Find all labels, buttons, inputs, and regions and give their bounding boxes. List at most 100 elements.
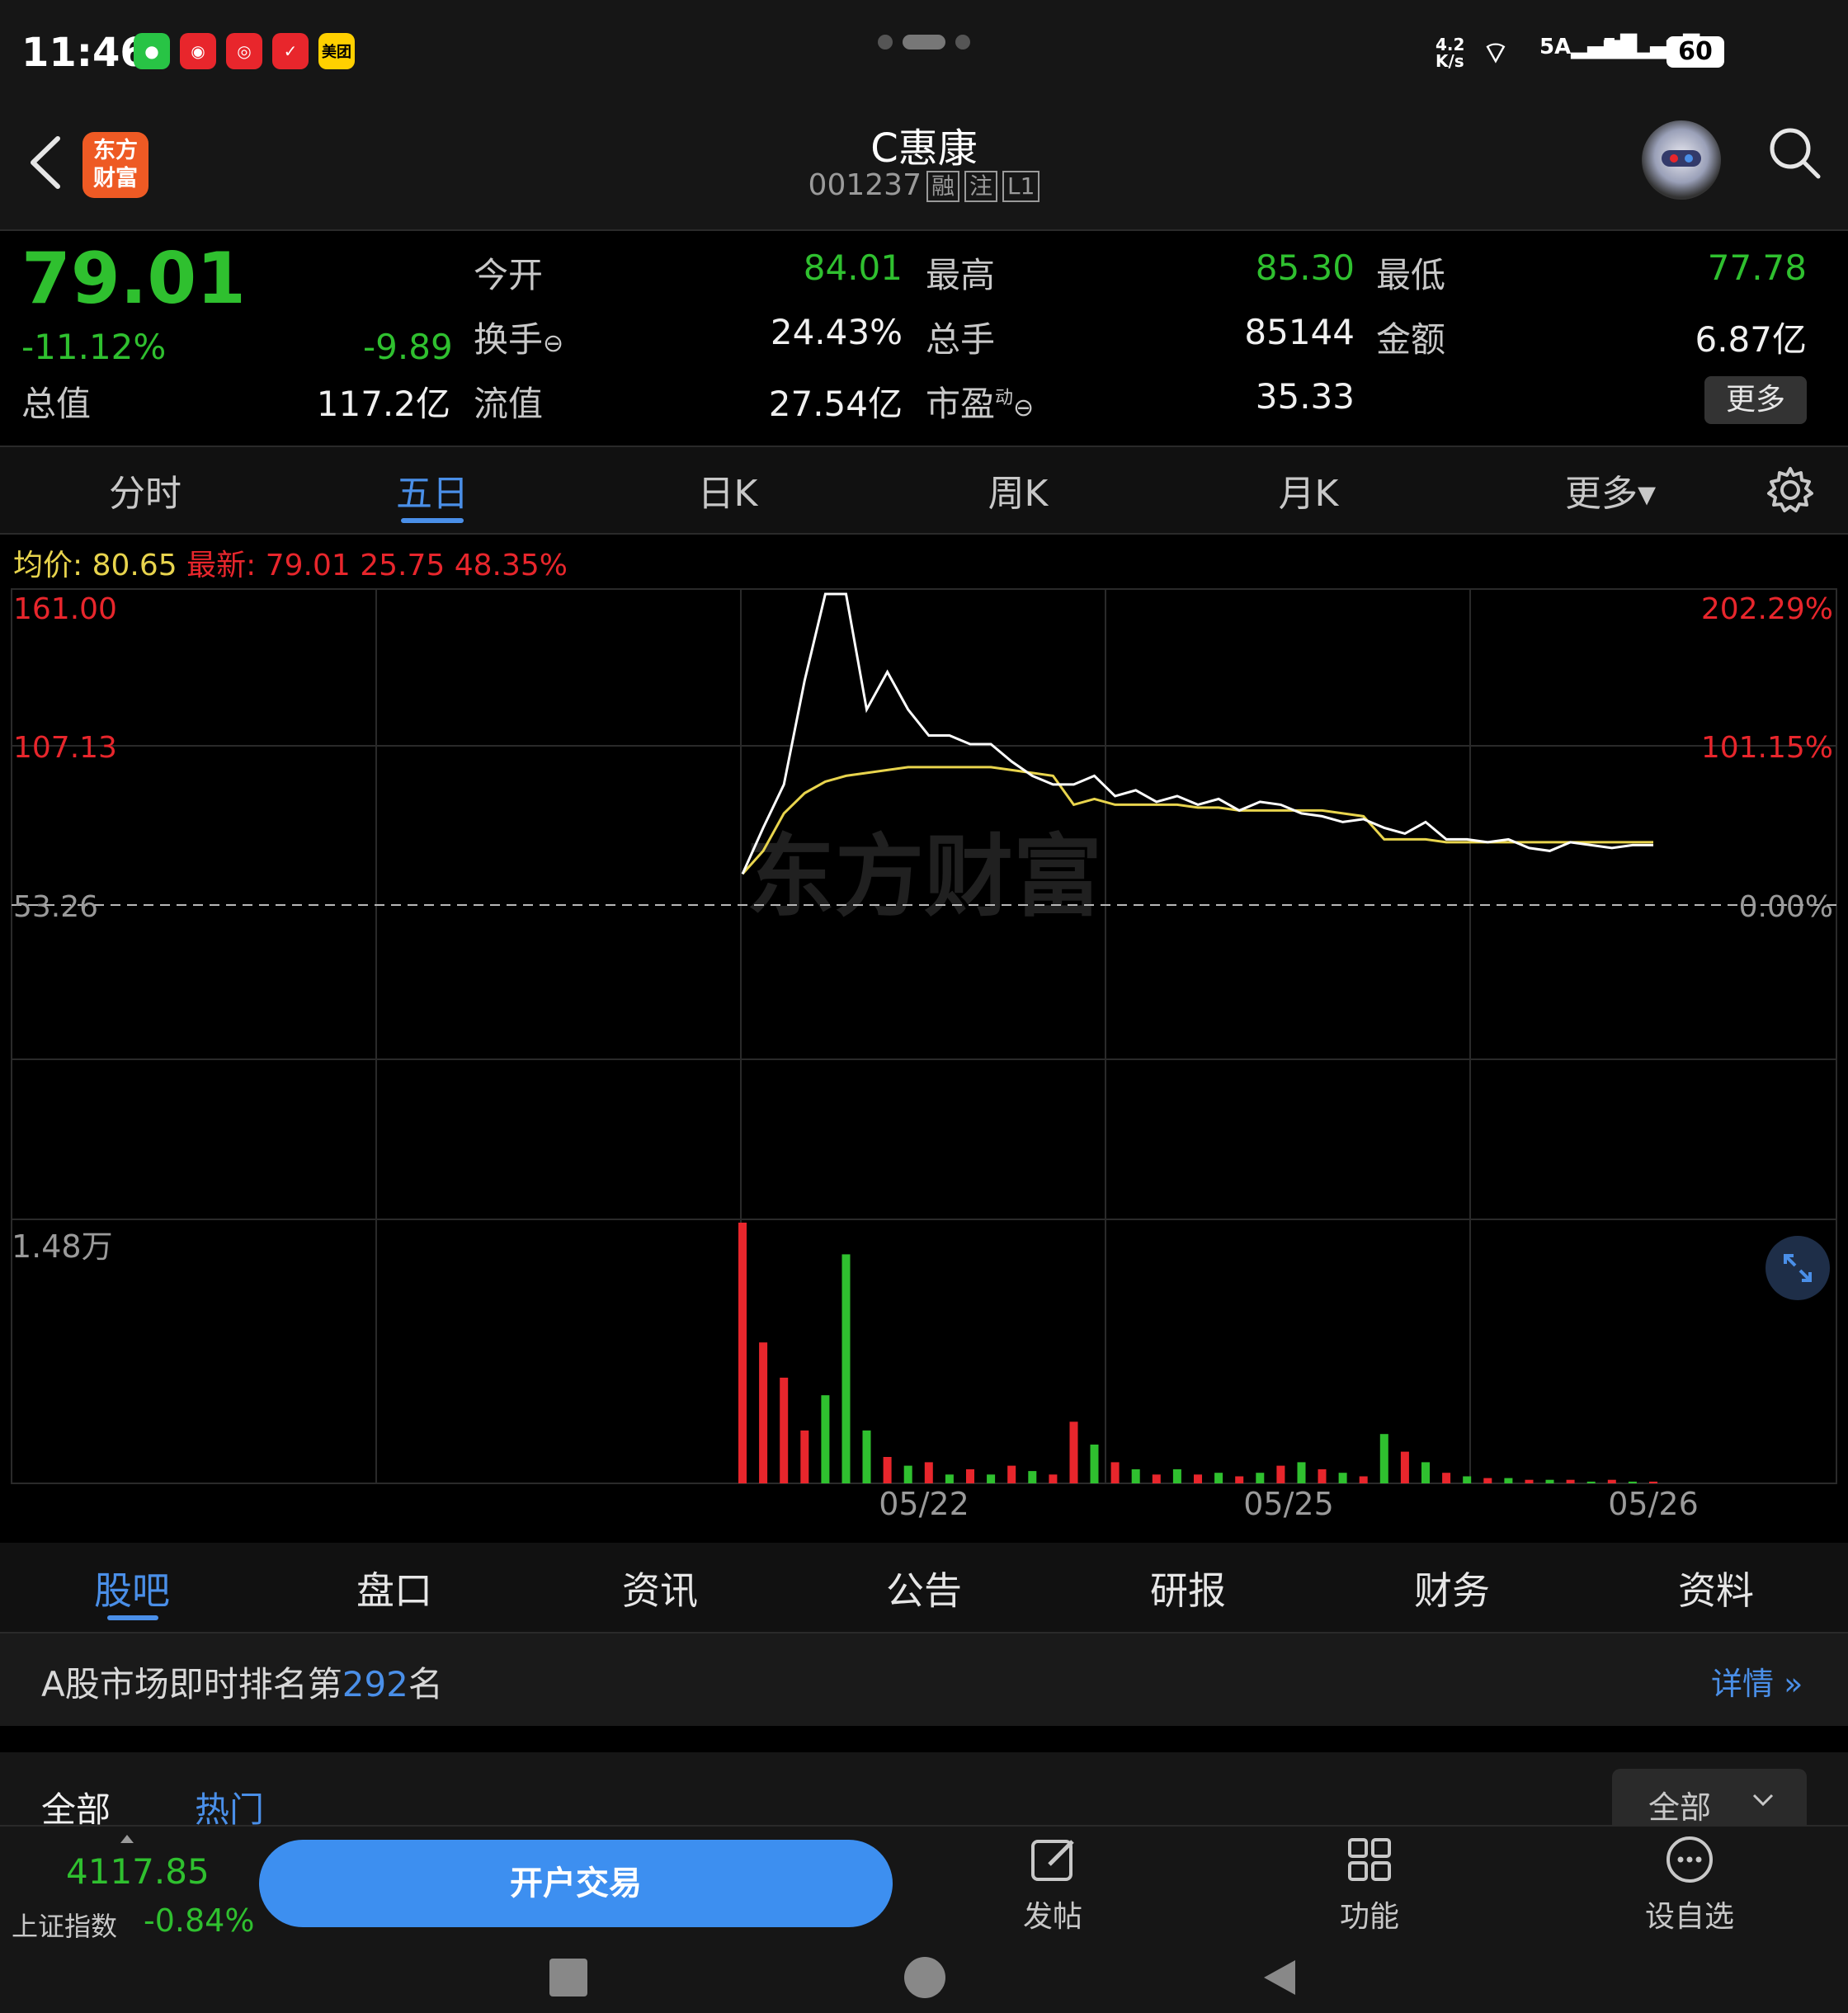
open-value: 84.01: [803, 248, 903, 288]
wechat-icon: ●: [134, 33, 170, 69]
volume-bar: [1318, 1468, 1327, 1483]
nav-add-watchlist[interactable]: 设自选: [1632, 1835, 1747, 1935]
volume-bar: [1483, 1478, 1492, 1483]
stock-code-row: 001237 融注 L1: [0, 168, 1848, 202]
tag-level1: L1: [1002, 171, 1040, 202]
tab-finance[interactable]: 财务: [1370, 1561, 1534, 1615]
volume-bar: [842, 1254, 851, 1483]
tab-five-day[interactable]: 五日: [350, 464, 515, 516]
volume-bar: [966, 1468, 974, 1483]
tab-forum[interactable]: 股吧: [50, 1561, 214, 1615]
tab-weekly-k[interactable]: 周K: [936, 464, 1101, 516]
volume-bar: [903, 1465, 912, 1483]
nav-post[interactable]: 发帖: [995, 1835, 1110, 1935]
volume-bar: [1110, 1462, 1120, 1483]
tab-order-book[interactable]: 盘口: [312, 1561, 477, 1615]
open-label: 今开: [474, 255, 544, 295]
current-price: 79.01: [21, 238, 247, 320]
volume-bar: [1007, 1465, 1016, 1483]
float-value: 27.54亿: [768, 384, 903, 424]
gear-icon[interactable]: [1766, 465, 1815, 515]
volume-bar: [862, 1430, 871, 1483]
kuaishou-icon: ✓: [272, 33, 309, 69]
tab-intraday[interactable]: 分时: [63, 464, 228, 516]
expand-up-icon[interactable]: [120, 1835, 134, 1843]
volume-bar: [780, 1377, 789, 1483]
page-dot-icon: [955, 35, 970, 50]
weibo-like-icon: ◉: [180, 33, 216, 69]
volume-bar: [1276, 1465, 1285, 1483]
volume-bar: [1297, 1462, 1306, 1483]
volume-bar: [1235, 1476, 1244, 1483]
low-label: 最低: [1376, 255, 1446, 295]
nav-functions[interactable]: 功能: [1312, 1835, 1427, 1935]
tab-news[interactable]: 资讯: [578, 1561, 742, 1615]
volume-bar: [1421, 1462, 1430, 1483]
volume-bar: [1359, 1476, 1368, 1483]
sort-dropdown-label: 全部: [1648, 1789, 1712, 1826]
stock-name: C惠康: [870, 125, 978, 172]
sort-dropdown[interactable]: 全部: [1612, 1769, 1807, 1832]
volume-bar: [1442, 1473, 1451, 1483]
home-icon[interactable]: [904, 1957, 945, 1998]
rank-text: A股市场即时排名第292名: [41, 1664, 443, 1704]
volume-bar: [1214, 1473, 1223, 1483]
tag-registration: 注: [964, 171, 998, 202]
filter-row: [0, 1752, 1848, 1827]
volume-bar: [1090, 1445, 1099, 1483]
tab-daily-k[interactable]: 日K: [645, 464, 810, 516]
volume-bar: [1463, 1476, 1472, 1483]
pe-value: 35.33: [1255, 376, 1355, 417]
total-value: 117.2亿: [316, 384, 450, 424]
search-icon[interactable]: [1766, 124, 1823, 182]
volume-label: 总手: [926, 319, 996, 360]
volume-bar: [1379, 1434, 1388, 1483]
volume-bar: [1194, 1474, 1202, 1483]
meituan-icon: 美团: [318, 33, 355, 69]
robot-assistant-icon[interactable]: [1642, 120, 1721, 200]
info-icon[interactable]: ⊖: [543, 329, 563, 358]
chevron-down-icon: [1752, 1794, 1774, 1807]
pe-label[interactable]: 市盈动⊖: [926, 376, 1034, 427]
volume-bar: [821, 1395, 830, 1483]
rank-detail-link[interactable]: 详情 »: [1711, 1658, 1803, 1704]
high-label: 最高: [926, 255, 996, 295]
page-dot-active-icon: [903, 35, 945, 50]
back-triangle-icon[interactable]: [1259, 1957, 1300, 1998]
volume-bar: [987, 1474, 996, 1483]
tab-monthly-k[interactable]: 月K: [1226, 464, 1391, 516]
double-chevron-icon: »: [1784, 1666, 1803, 1702]
pct-axis-label: 101.15%: [1701, 731, 1833, 765]
index-value[interactable]: 4117.85: [66, 1851, 210, 1892]
high-value: 85.30: [1255, 248, 1355, 288]
volume-bar: [1525, 1479, 1534, 1483]
volume-bar: [1504, 1478, 1513, 1483]
turnover-value: 24.43%: [770, 312, 903, 352]
volume-bar: [1545, 1479, 1554, 1483]
tab-more-periods[interactable]: 更多▾: [1528, 464, 1693, 516]
grid-icon: [1348, 1838, 1391, 1881]
volume-bar: [1586, 1481, 1596, 1483]
five-day-chart[interactable]: 东方财富 161.00 107.13 53.26 202.29% 101.15% 0.00…: [0, 578, 1848, 1518]
quote-more-button[interactable]: 更多: [1704, 376, 1807, 424]
expand-chart-icon[interactable]: [1766, 1236, 1830, 1300]
volume-bar: [1338, 1473, 1347, 1483]
net-speed: 4.2 K/s: [1436, 35, 1465, 71]
active-tab-indicator: [401, 518, 464, 523]
tab-announcements[interactable]: 公告: [842, 1561, 1006, 1615]
open-account-trade-button[interactable]: 开户交易: [259, 1840, 893, 1927]
chart-watermark: 东方财富: [746, 826, 1102, 929]
turnover-label[interactable]: 换手⊖: [474, 312, 563, 362]
pct-axis-label: 0.00%: [1739, 890, 1833, 924]
tab-profile[interactable]: 资料: [1634, 1561, 1798, 1615]
active-info-tab-indicator: [107, 1615, 158, 1620]
volume-bar: [1566, 1479, 1575, 1483]
total-value-label: 总值: [21, 384, 92, 424]
info-icon[interactable]: ⊖: [1013, 394, 1034, 422]
x-axis-label: 05/22: [879, 1486, 969, 1518]
page-dot-icon: [878, 35, 893, 50]
recent-apps-icon[interactable]: [549, 1959, 587, 1996]
x-axis-label: 05/25: [1243, 1486, 1334, 1518]
tab-research[interactable]: 研报: [1106, 1561, 1270, 1615]
x-axis-label: 05/26: [1608, 1486, 1699, 1518]
